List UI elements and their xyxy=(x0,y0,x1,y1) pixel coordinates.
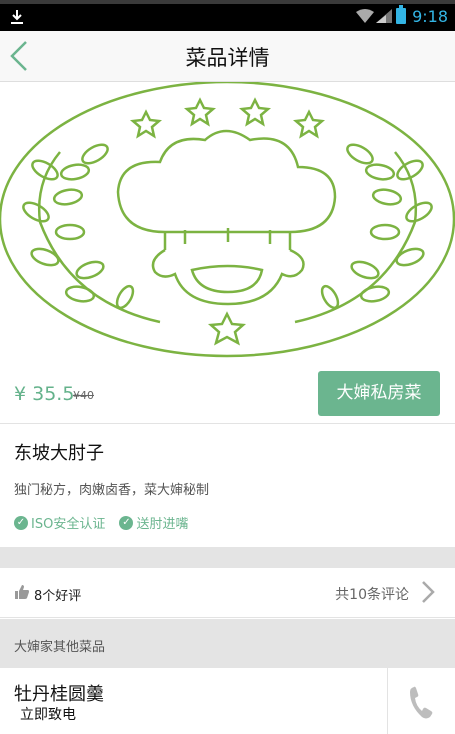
badge-iso: ✓ ISO安全认证 xyxy=(14,513,105,532)
chef-store-button[interactable]: 大婶私房菜 xyxy=(318,371,440,416)
phone-icon[interactable] xyxy=(408,686,434,720)
status-bar: 9:18 xyxy=(0,0,455,31)
total-review-count: 共10条评论 xyxy=(335,587,409,603)
current-price: ¥ 35.5 xyxy=(14,383,75,405)
badge-list: ✓ ISO安全认证 ✓ 送肘进嘴 xyxy=(14,513,198,532)
other-dish-name: 牡丹桂圆羹 xyxy=(14,684,104,705)
other-dish-item[interactable]: 牡丹桂圆羹 立即致电 xyxy=(0,668,455,734)
dish-image xyxy=(0,80,455,360)
chef-logo xyxy=(0,80,455,358)
thumbs-up-icon xyxy=(15,585,29,599)
dish-description: 独门秘方，肉嫩卤香，菜大婶秘制 xyxy=(14,483,210,498)
price-row: ¥ 35.5 ¥40 大婶私房菜 xyxy=(0,362,455,424)
badge-label: 送肘进嘴 xyxy=(136,517,189,532)
status-time: 9:18 xyxy=(412,7,448,26)
check-icon: ✓ xyxy=(14,515,28,530)
call-now-label[interactable]: 立即致电 xyxy=(20,704,76,724)
chevron-right-icon xyxy=(422,581,435,603)
page-title: 菜品详情 xyxy=(185,46,270,70)
section-divider xyxy=(0,547,455,568)
good-review-count: 8个好评 xyxy=(34,589,82,604)
divider xyxy=(387,668,388,734)
download-icon xyxy=(11,10,23,24)
original-price: ¥40 xyxy=(73,389,94,402)
badge-delivery: ✓ 送肘进嘴 xyxy=(119,513,188,532)
dish-name: 东坡大肘子 xyxy=(14,443,104,464)
battery-icon xyxy=(396,5,406,24)
check-icon: ✓ xyxy=(119,515,134,530)
wifi-icon xyxy=(356,9,374,23)
signal-icon xyxy=(376,9,392,23)
badge-label: ISO安全认证 xyxy=(31,517,106,532)
other-dishes-header: 大婶家其他菜品 xyxy=(0,619,455,668)
section-title: 大婶家其他菜品 xyxy=(14,640,106,655)
reviews-row[interactable]: 8个好评 共10条评论 xyxy=(0,568,455,618)
title-bar: 菜品详情 xyxy=(0,31,455,82)
